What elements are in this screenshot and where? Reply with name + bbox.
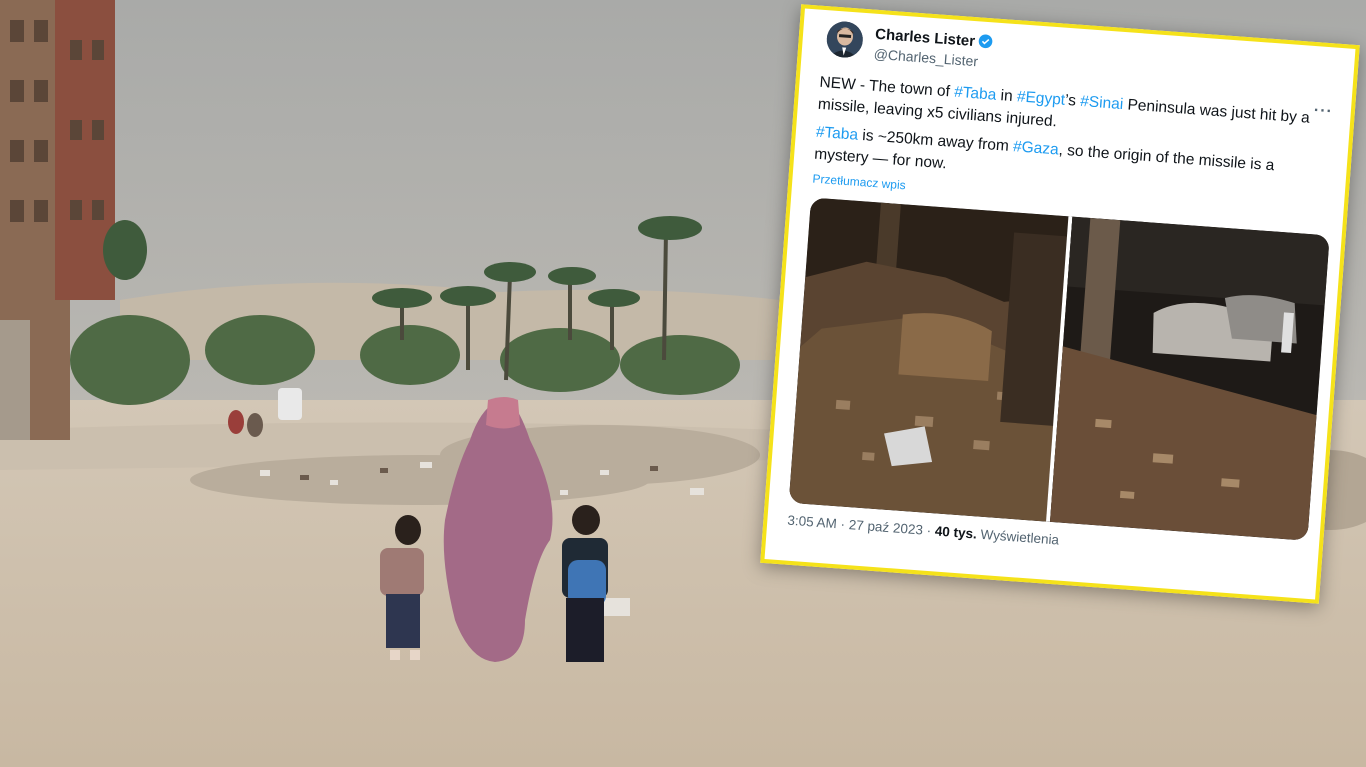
- media-photo-right[interactable]: [1050, 216, 1330, 541]
- text-segment: in: [995, 86, 1018, 106]
- media-photo-left[interactable]: [788, 197, 1069, 522]
- views-count: 40 tys.: [934, 523, 978, 542]
- tweet-media[interactable]: [788, 197, 1330, 541]
- hashtag-taba[interactable]: #Taba: [815, 124, 858, 144]
- hashtag-gaza[interactable]: #Gaza: [1012, 138, 1059, 158]
- tweet-date[interactable]: 27 paź 2023: [848, 517, 923, 537]
- hashtag-taba[interactable]: #Taba: [954, 84, 997, 104]
- hashtag-egypt[interactable]: #Egypt: [1016, 88, 1065, 108]
- hashtag-sinai[interactable]: #Sinai: [1080, 93, 1124, 113]
- views-label: Wyświetlenia: [976, 526, 1060, 548]
- tweet-card: Charles Lister @Charles_Lister ··· NEW -…: [760, 4, 1360, 604]
- tweet-time[interactable]: 3:05 AM: [787, 513, 837, 532]
- verified-badge-icon: [978, 34, 993, 49]
- author-avatar[interactable]: [825, 20, 865, 59]
